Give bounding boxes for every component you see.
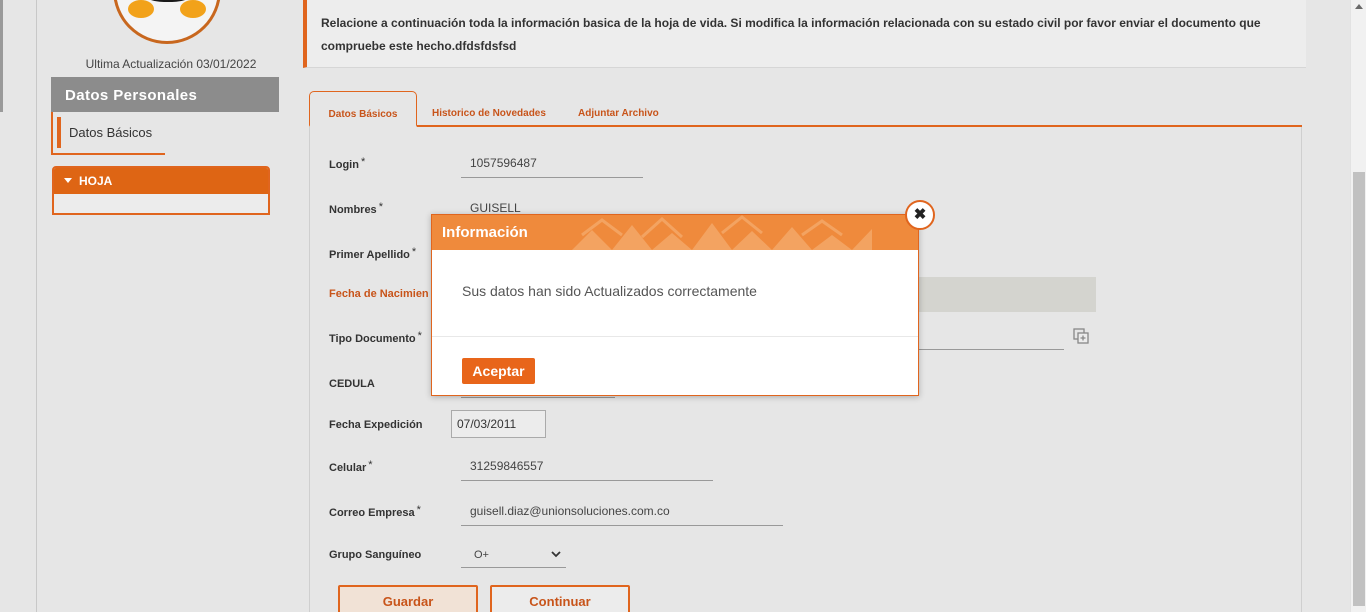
close-icon[interactable]: ✖ [905, 200, 935, 230]
aceptar-button[interactable]: Aceptar [462, 358, 535, 384]
header-pattern [572, 215, 872, 250]
scrollbar-thumb[interactable] [1353, 172, 1365, 606]
dialog-divider [432, 336, 918, 337]
scroll-up-arrow-icon[interactable] [1355, 4, 1363, 9]
dialog-title: Información [442, 224, 528, 241]
vertical-scrollbar[interactable] [1350, 0, 1366, 612]
dialog-header: Información [432, 215, 918, 250]
dialog-message: Sus datos han sido Actualizados correcta… [462, 283, 757, 299]
info-dialog: Información Sus datos han sido Actualiza… [431, 214, 919, 396]
